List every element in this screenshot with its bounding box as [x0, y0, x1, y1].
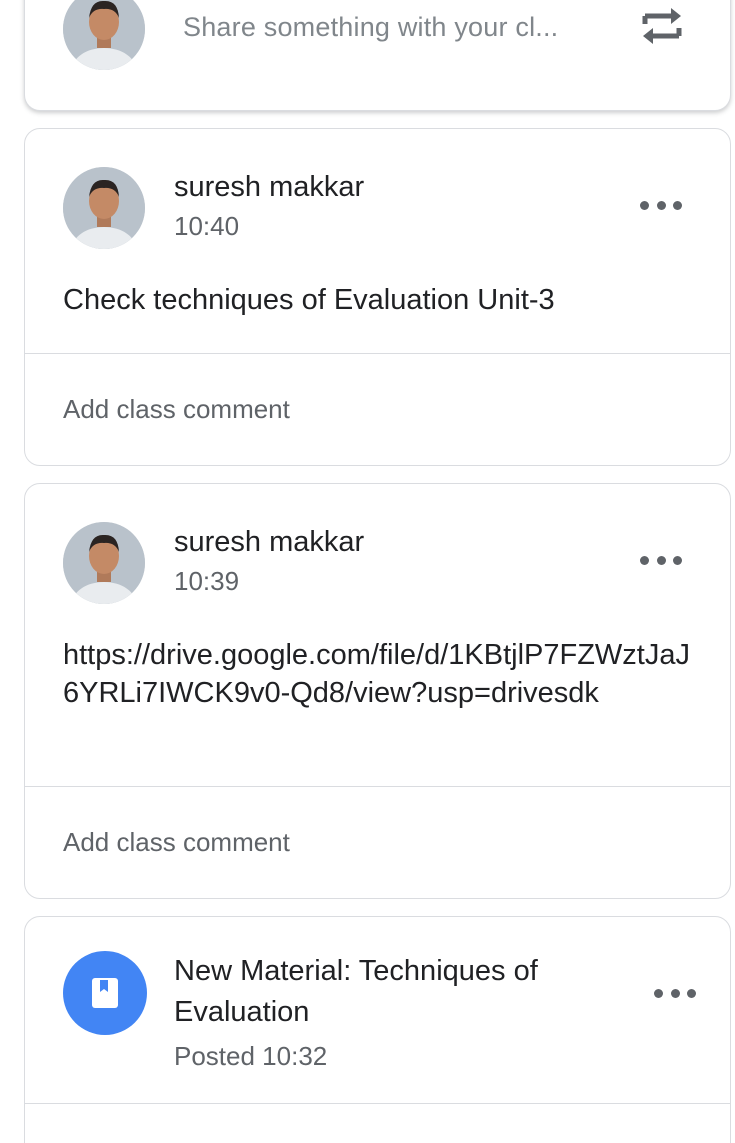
post-time: 10:40 — [174, 211, 240, 241]
material-posted-time: Posted 10:32 — [174, 1041, 328, 1071]
divider — [25, 786, 730, 787]
post-time: 10:39 — [174, 566, 240, 596]
post-card: suresh makkar 10:40 Check techniques of … — [24, 128, 731, 466]
material-card[interactable]: New Material: Techniques of Evaluation P… — [24, 916, 731, 1143]
post-link[interactable]: https://drive.google.com/file/d/1KBtjlP7… — [63, 636, 700, 712]
more-options-icon[interactable] — [654, 987, 696, 999]
more-options-icon[interactable] — [640, 199, 682, 211]
author-name: suresh makkar — [174, 171, 365, 203]
share-card[interactable]: Share something with your cl... — [24, 0, 731, 111]
author-avatar[interactable] — [63, 522, 145, 604]
add-comment-link[interactable]: Add class comment — [63, 827, 290, 858]
avatar-photo-icon — [63, 167, 145, 249]
user-avatar — [63, 0, 145, 70]
avatar-photo-icon — [63, 522, 145, 604]
material-title: New Material: Techniques of Evaluation — [174, 955, 538, 1028]
bookmark-icon — [92, 978, 118, 1008]
author-name: suresh makkar — [174, 526, 365, 558]
repost-icon[interactable] — [637, 2, 687, 50]
add-comment-link[interactable]: Add class comment — [63, 394, 290, 425]
share-input[interactable]: Share something with your cl... — [183, 12, 558, 43]
divider — [25, 1103, 730, 1104]
author-avatar[interactable] — [63, 167, 145, 249]
post-body: Check techniques of Evaluation Unit-3 — [63, 284, 555, 316]
avatar-photo-icon — [63, 0, 145, 70]
more-options-icon[interactable] — [640, 554, 682, 566]
post-card: suresh makkar 10:39 https://drive.google… — [24, 483, 731, 899]
book-icon — [63, 951, 147, 1035]
divider — [25, 353, 730, 354]
